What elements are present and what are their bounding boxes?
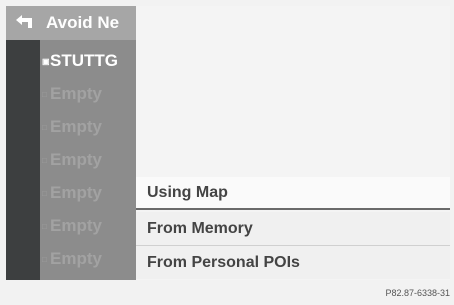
menu-option-label: From Personal POIs — [147, 253, 300, 271]
page-title: Avoid Ne — [46, 13, 120, 32]
empty-marker-icon: □ — [42, 89, 47, 99]
list-item-label: Empty — [50, 150, 102, 169]
menu-option-label: Using Map — [147, 183, 228, 201]
list-item-label: Empty — [50, 183, 102, 202]
list-item[interactable]: □ Empty — [42, 145, 136, 175]
image-reference-code: P82.87-6338-31 — [385, 288, 450, 298]
list-item-label: Empty — [50, 84, 102, 103]
empty-marker-icon: □ — [42, 254, 47, 264]
list-item[interactable]: □ Empty — [42, 79, 136, 109]
avoid-area-list: Avoid Ne ▣ STUTTG □ Empty □ Empty □ Empt… — [6, 6, 136, 280]
list-item-label: Empty — [50, 249, 102, 268]
list-item[interactable]: □ Empty — [42, 211, 136, 241]
side-strip — [6, 40, 40, 280]
list-item[interactable]: □ Empty — [42, 112, 136, 142]
menu-option-from-personal-pois[interactable]: From Personal POIs — [136, 246, 450, 279]
back-arrow-icon[interactable] — [14, 14, 36, 32]
empty-marker-icon: □ — [42, 122, 47, 132]
empty-marker-icon: □ — [42, 155, 47, 165]
menu-option-from-memory[interactable]: From Memory — [136, 212, 450, 245]
list-item-label: Empty — [50, 216, 102, 235]
menu-option-label: From Memory — [147, 219, 253, 237]
list-item[interactable]: □ Empty — [42, 244, 136, 274]
selected-marker-icon: ▣ — [42, 56, 50, 66]
list-item-label: STUTTG — [50, 51, 118, 70]
list-item[interactable]: □ Empty — [42, 178, 136, 208]
navigation-screen: Avoid Ne ▣ STUTTG □ Empty □ Empty □ Empt… — [6, 6, 450, 280]
list-header[interactable]: Avoid Ne — [6, 6, 136, 40]
empty-marker-icon: □ — [42, 221, 47, 231]
list-item-label: Empty — [50, 117, 102, 136]
list-item[interactable]: ▣ STUTTG — [42, 46, 136, 76]
menu-option-using-map[interactable]: Using Map — [136, 177, 450, 210]
empty-marker-icon: □ — [42, 188, 47, 198]
